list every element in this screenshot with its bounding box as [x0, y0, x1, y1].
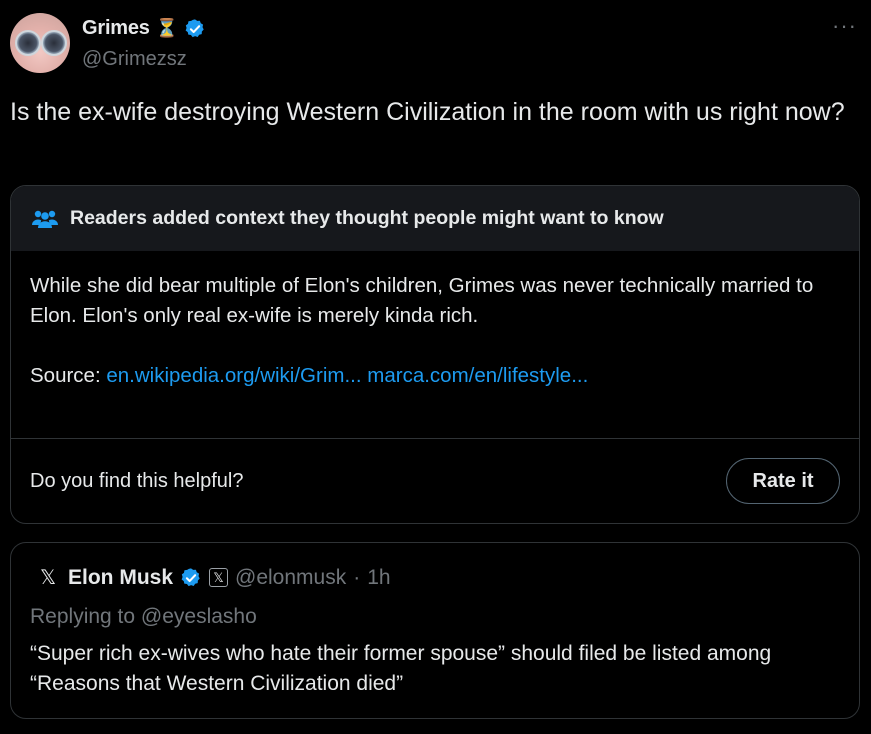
helpful-question: Do you find this helpful?	[30, 470, 244, 492]
community-note-title: Readers added context they thought peopl…	[70, 207, 664, 229]
community-note-header: Readers added context they thought peopl…	[11, 186, 859, 251]
quoted-tweet[interactable]: 𝕏 Elon Musk 𝕏 @elonmusk · 1h Replying to…	[10, 542, 860, 719]
source-link-wikipedia[interactable]: en.wikipedia.org/wiki/Grim...	[106, 364, 361, 387]
verified-badge-icon	[181, 567, 200, 586]
quoted-tweet-header: 𝕏 Elon Musk 𝕏 @elonmusk · 1h	[35, 565, 391, 590]
verified-badge-icon	[185, 18, 204, 37]
goggle-right-icon	[41, 30, 67, 56]
tweet-header: Grimes ⏳ @Grimezsz ···	[10, 13, 861, 75]
source-label: Source:	[30, 364, 101, 387]
goggle-left-icon	[15, 30, 41, 56]
tweet-text: Is the ex-wife destroying Western Civili…	[10, 98, 845, 126]
source-line: Source: en.wikipedia.org/wiki/Grim... ma…	[30, 361, 840, 391]
rate-it-button[interactable]: Rate it	[726, 458, 840, 504]
quoted-tweet-text: “Super rich ex-wives who hate their form…	[30, 642, 772, 695]
author-name-row: Grimes ⏳	[82, 17, 206, 40]
community-note-footer: Do you find this helpful? Rate it	[11, 438, 859, 523]
quoted-author-name[interactable]: Elon Musk	[68, 566, 173, 590]
author-handle[interactable]: @Grimezsz	[82, 48, 187, 71]
author-name[interactable]: Grimes	[82, 17, 150, 40]
community-note-text: While she did bear multiple of Elon's ch…	[30, 274, 814, 327]
avatar[interactable]	[10, 13, 70, 73]
people-icon	[32, 210, 58, 228]
source-link-marca[interactable]: marca.com/en/lifestyle...	[367, 364, 588, 387]
community-note: Readers added context they thought peopl…	[10, 185, 860, 524]
meta-separator: ·	[353, 565, 361, 589]
community-note-body: While she did bear multiple of Elon's ch…	[11, 251, 859, 438]
quoted-timestamp[interactable]: 1h	[367, 566, 390, 590]
quoted-author-handle[interactable]: @elonmusk	[235, 566, 346, 590]
hourglass-emoji: ⏳	[155, 18, 179, 38]
more-options-icon[interactable]: ···	[832, 13, 857, 39]
replying-to: Replying to @eyeslasho	[30, 605, 257, 628]
x-logo-icon: 𝕏	[39, 567, 57, 589]
x-affiliate-badge-icon: 𝕏	[209, 568, 229, 587]
